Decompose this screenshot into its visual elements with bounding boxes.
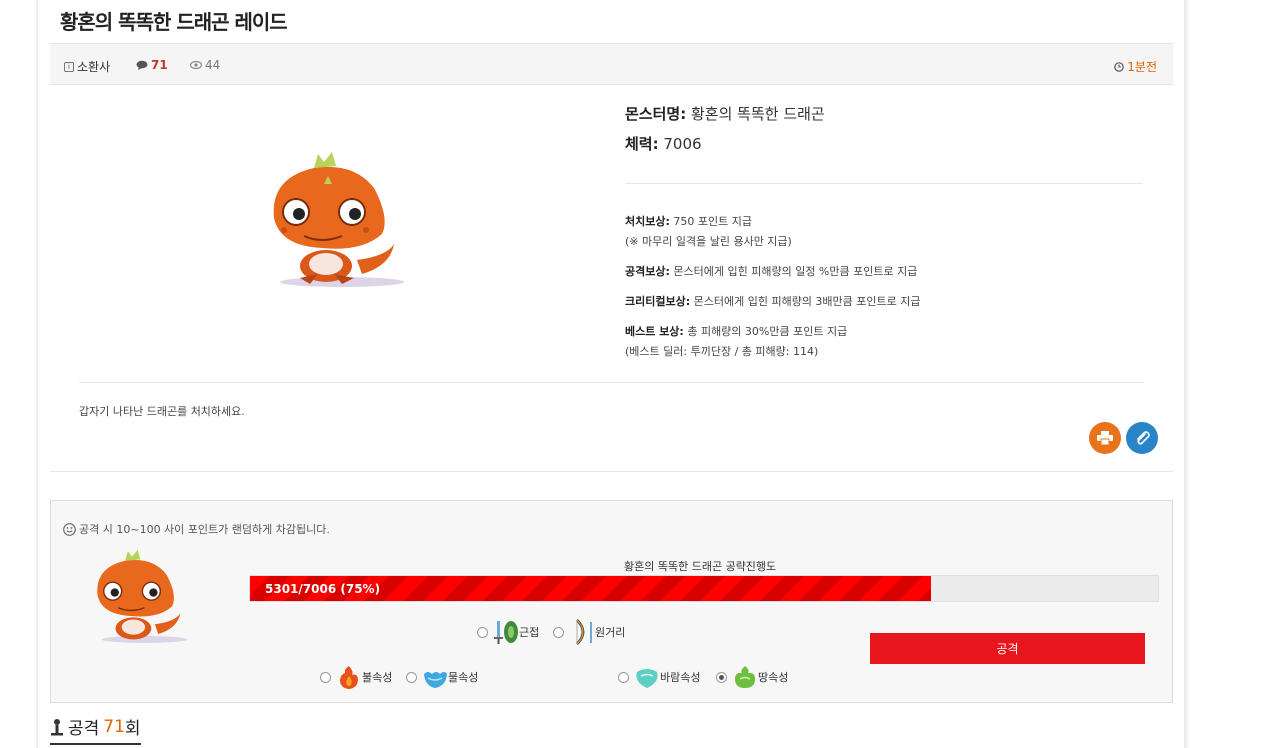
wind-element-icon [636,669,658,688]
paperclip-icon [1137,431,1150,445]
monster-hp: 7006 [663,135,702,153]
attack-count-heading: 공격 71 회 [50,714,141,745]
clock-icon [1114,61,1125,72]
monster-info: 몬스터명: 황혼의 똑똑한 드래곤 체력: 7006 [625,103,1145,163]
ranged-label: 원거리 [595,626,626,639]
melee-label: 근접 [519,626,540,639]
bow-icon [576,619,592,645]
time-ago: 1분전 [1127,60,1157,74]
melee-weapon-icon [494,621,518,644]
critical-reward-text: 몬스터에게 입힌 피해량의 3배만큼 포인트로 지급 [693,295,921,308]
post-time: 1분전 [1114,58,1157,75]
person-icon [51,718,63,735]
author-name: 소환사 [77,60,111,74]
critical-reward-label: 크리티컬보상: [625,295,691,308]
wind-label: 바람속성 [660,671,701,684]
divider [79,382,1144,383]
post-comment-count: 71 [136,58,168,72]
page: 황혼의 똑똑한 드래곤 레이드 i 소환사 71 44 1분전 몬스터명: 황혼… [0,0,1280,748]
best-reward-note: (베스트 딜러: 투끼단장 / 총 피해량: 114) [625,345,819,358]
critical-reward: 크리티컬보상: 몬스터에게 입힌 피해량의 3배만큼 포인트로 지급 [625,292,921,312]
element-fire-option[interactable]: 불속성 [320,664,392,690]
element-wind-option[interactable]: 바람속성 [618,664,700,690]
raid-progress-text: 5301/7006 (75%) [265,582,381,596]
eye-icon [190,61,202,69]
fire-radio[interactable] [320,671,331,683]
earth-radio[interactable] [716,671,727,683]
view-count: 44 [205,58,221,72]
element-water-option[interactable]: 물속성 [406,664,478,690]
attachment-button[interactable] [1126,422,1158,454]
print-button[interactable] [1089,422,1121,454]
wind-radio[interactable] [618,671,629,683]
divider [50,471,1173,472]
smile-icon [63,522,76,536]
attack-reward-text: 몬스터에게 입힌 피해량의 일정 %만큼 포인트로 지급 [673,265,918,278]
monster-name: 황혼의 똑똑한 드래곤 [690,105,825,123]
page-shadow-left [34,0,38,748]
comment-count: 71 [151,58,168,72]
fire-label: 불속성 [362,671,393,684]
attack-reward-label: 공격보상: [625,265,670,278]
post-author[interactable]: i 소환사 [64,58,110,75]
raid-progress-bar: 5301/7006 (75%) [249,575,1159,602]
user-icon: i [64,61,74,72]
page-title: 황혼의 똑똑한 드래곤 레이드 [60,10,288,34]
post-view-count: 44 [190,58,220,72]
monster-hp-row: 체력: 7006 [625,133,1145,153]
kill-reward-label: 처치보상: [625,215,670,228]
best-reward-label: 베스트 보상: [625,325,684,338]
attack-count-prefix: 공격 [68,719,100,739]
monster-name-label: 몬스터명: [625,105,687,123]
orange-dragon-icon [273,152,404,287]
water-element-icon [424,672,447,688]
attack-count-number: 71 [103,716,125,737]
attack-count-suffix: 회 [124,719,141,739]
monster-name-row: 몬스터명: 황혼의 똑똑한 드래곤 [625,103,1145,123]
water-radio[interactable] [406,671,417,683]
weapon-melee-option[interactable]: 근접 [477,619,539,645]
monster-hp-label: 체력: [625,135,659,153]
page-shadow-right [1184,0,1190,748]
fire-element-icon [340,666,358,689]
kill-reward-note: (※ 마무리 일격을 날린 용사만 지급) [625,235,792,248]
post-description: 갑자기 나타난 드래곤를 처치하세요. [79,405,245,418]
attack-reward: 공격보상: 몬스터에게 입힌 피해량의 일정 %만큼 포인트로 지급 [625,262,917,282]
raid-note-text: 공격 시 10~100 사이 포인트가 랜덤하게 차감됩니다. [79,523,330,536]
raid-panel: 공격 시 10~100 사이 포인트가 랜덤하게 차감됩니다. 황혼의 똑똑한 … [50,500,1173,703]
progress-title: 황혼의 똑똑한 드래곤 공략진행도 [624,560,777,573]
weapon-ranged-option[interactable]: 원거리 [553,619,625,645]
post-meta-bar: i 소환사 71 44 1분전 [50,43,1173,85]
best-reward: 베스트 보상: 총 피해량의 30%만큼 포인트 지급 (베스트 딜러: 투끼단… [625,322,847,362]
ranged-radio[interactable] [553,626,564,638]
element-earth-option[interactable]: 땅속성 [716,664,788,690]
raid-note: 공격 시 10~100 사이 포인트가 랜덤하게 차감됩니다. [63,521,330,537]
water-label: 물속성 [448,671,479,684]
earth-label: 땅속성 [758,671,789,684]
attack-button[interactable]: 공격 [870,633,1145,664]
orange-dragon-icon [97,549,188,643]
earth-element-icon [735,666,755,688]
printer-icon [1097,431,1113,445]
kill-reward: 처치보상: 750 포인트 지급 (※ 마무리 일격을 날린 용사만 지급) [625,212,792,252]
kill-reward-text: 750 포인트 지급 [673,215,752,228]
melee-radio[interactable] [477,626,488,638]
comment-icon [136,60,148,70]
best-reward-text: 총 피해량의 30%만큼 포인트 지급 [687,325,848,338]
divider [625,183,1143,184]
